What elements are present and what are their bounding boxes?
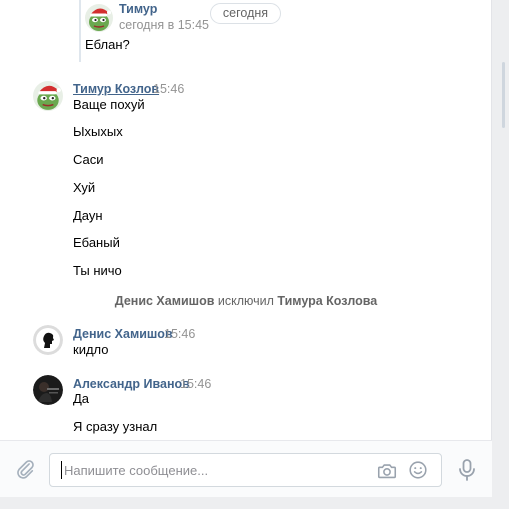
message-text: Ыхыхых — [73, 124, 123, 139]
message-time[interactable]: 15:46 — [180, 377, 211, 391]
microphone-icon[interactable] — [456, 458, 478, 482]
forwarded-message[interactable]: Тимур сегодня в 15:45 Еблан? — [79, 0, 209, 62]
paperclip-icon[interactable] — [14, 458, 36, 480]
message-text: Я сразу узнал — [73, 419, 158, 434]
service-target[interactable]: Тимура Козлова — [277, 294, 377, 308]
service-actor[interactable]: Денис Хамишов — [115, 294, 215, 308]
smile-icon[interactable] — [407, 459, 429, 481]
message-text: Ваще похуй — [73, 97, 145, 112]
message-time[interactable]: 15:46 — [164, 327, 195, 341]
message-text: кидло — [73, 342, 109, 357]
message-composer — [0, 440, 492, 497]
forwarded-time[interactable]: сегодня в 15:45 — [119, 18, 209, 32]
message-time[interactable]: 15:46 — [153, 82, 184, 96]
message-text: Ебаный — [73, 235, 120, 250]
message-author[interactable]: Тимур Козлов — [73, 82, 159, 96]
service-message: Денис Хамишов исключил Тимура Козлова — [0, 294, 492, 308]
message-text: Хуй — [73, 180, 96, 195]
camera-icon[interactable] — [376, 460, 398, 482]
message-author[interactable]: Александр Иванов — [73, 377, 190, 391]
scrollbar[interactable] — [502, 62, 505, 128]
avatar-denis-khamishov[interactable] — [33, 325, 63, 355]
chat-panel: Тимур сегодня в 15:45 Еблан? сегодня Тим… — [0, 0, 492, 497]
message-feed[interactable]: Тимур сегодня в 15:45 Еблан? сегодня Тим… — [0, 0, 492, 440]
avatar-timur-kozlov[interactable] — [33, 81, 63, 111]
forwarded-author[interactable]: Тимур — [119, 2, 157, 16]
message-input-box[interactable] — [49, 453, 442, 487]
message-text: Да — [73, 391, 90, 406]
avatar-aleksandr-ivanov[interactable] — [33, 375, 63, 405]
avatar-pepe-santa[interactable] — [85, 4, 113, 32]
message-text: Саси — [73, 152, 104, 167]
service-action: исключил — [217, 294, 274, 308]
message-input[interactable] — [61, 461, 361, 479]
message-author[interactable]: Денис Хамишов — [73, 327, 173, 341]
message-text: Даун — [73, 208, 103, 223]
forwarded-text: Еблан? — [85, 37, 130, 52]
date-divider: сегодня — [210, 3, 281, 24]
message-text: Ты ничо — [73, 263, 122, 278]
